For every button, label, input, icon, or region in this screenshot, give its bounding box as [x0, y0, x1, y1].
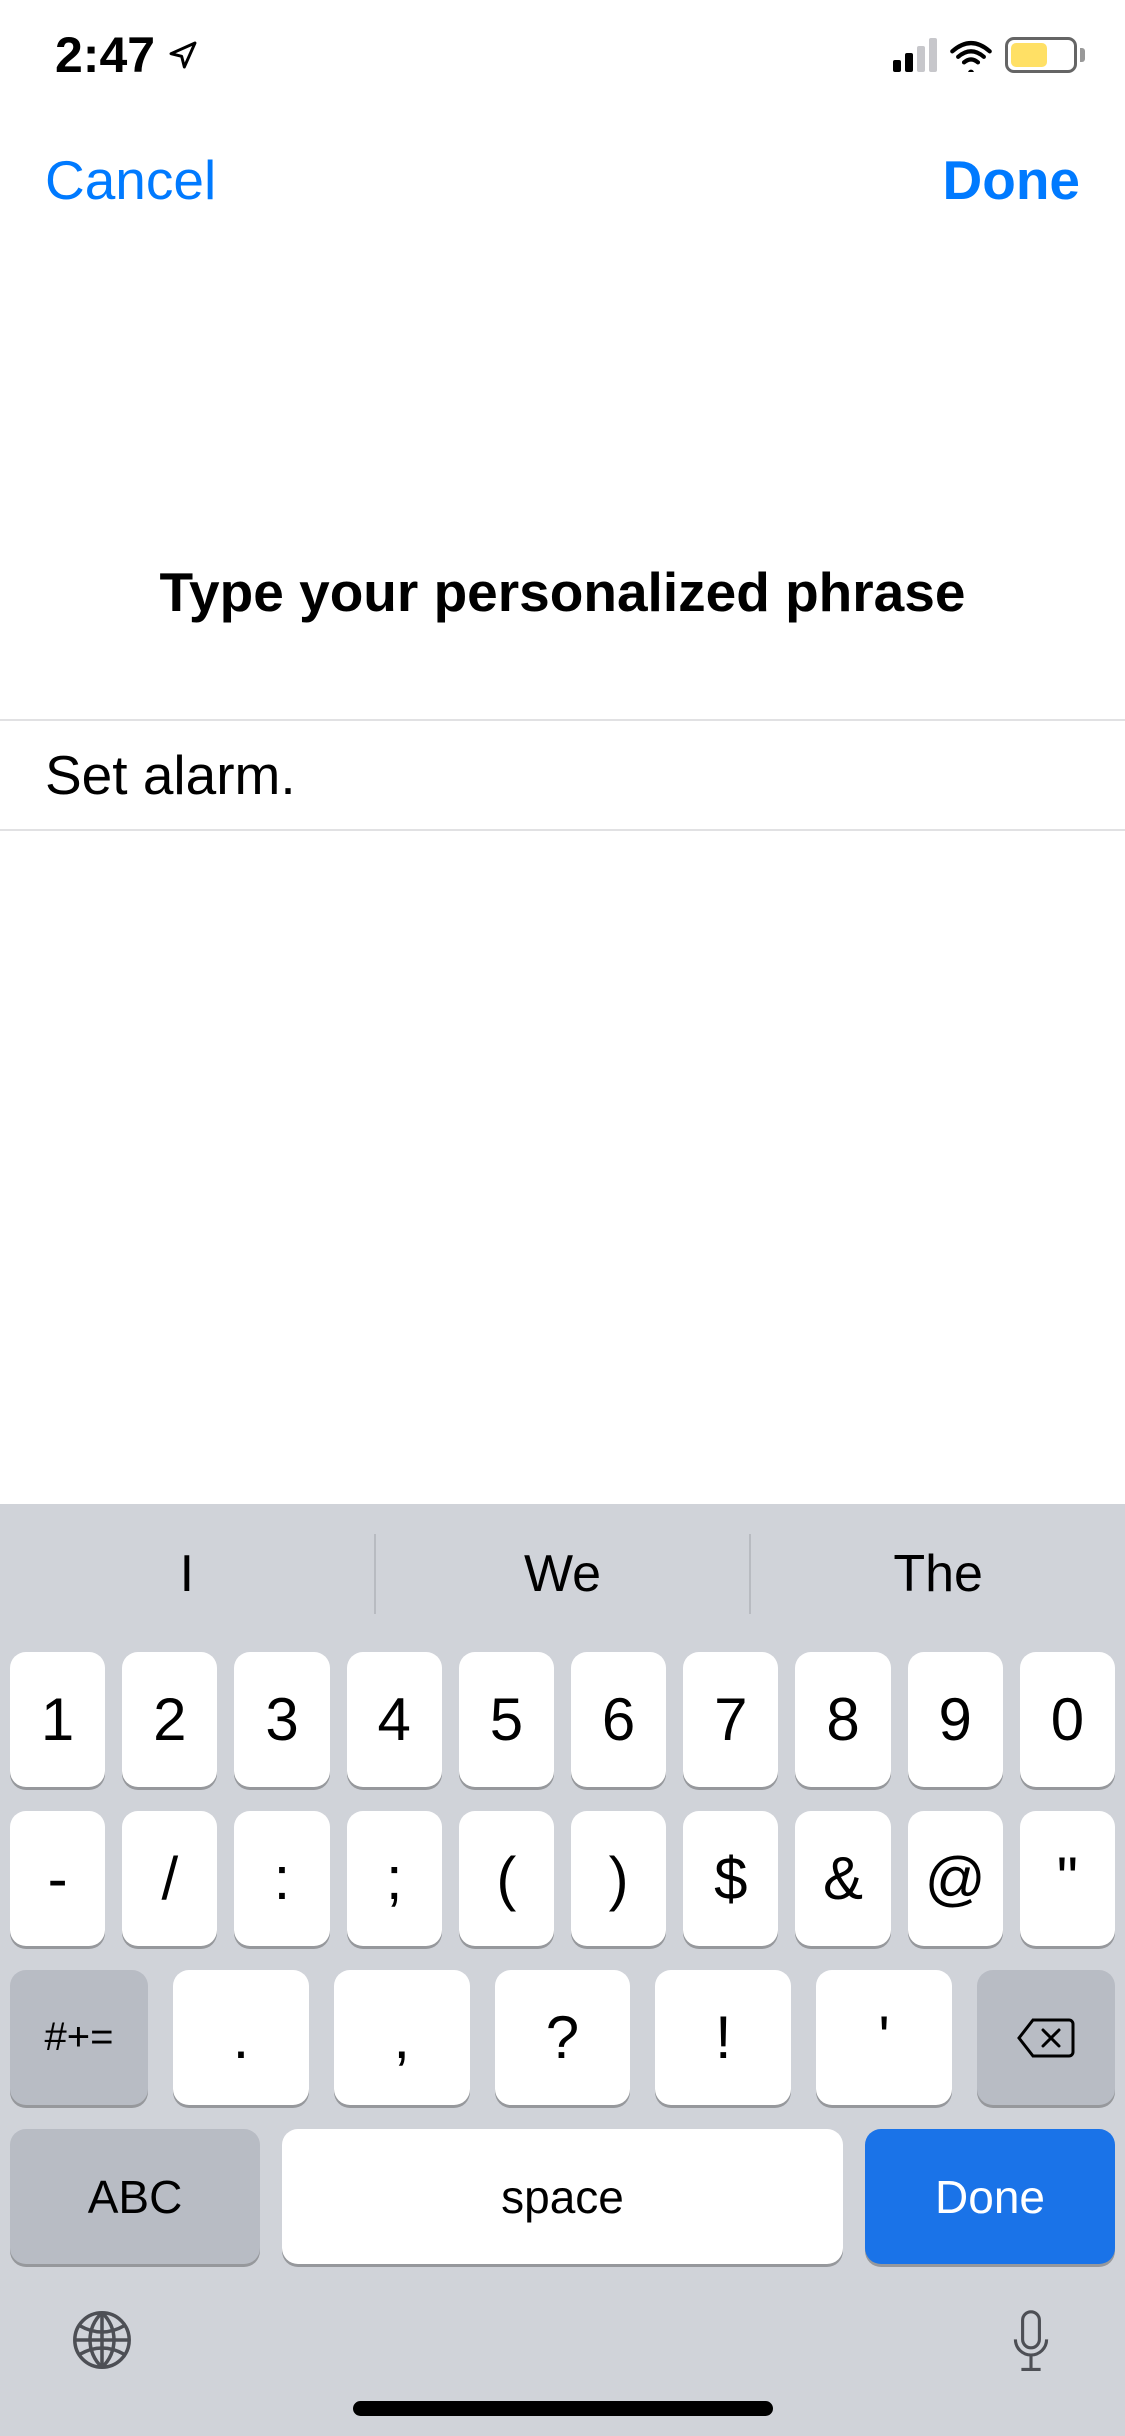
status-right	[893, 37, 1085, 73]
key-9[interactable]: 9	[908, 1652, 1003, 1787]
key-colon[interactable]: :	[234, 1811, 329, 1946]
key-3[interactable]: 3	[234, 1652, 329, 1787]
cellular-signal-icon	[893, 38, 937, 72]
key-5[interactable]: 5	[459, 1652, 554, 1787]
wifi-icon	[949, 38, 993, 72]
suggestion-3[interactable]: The	[751, 1544, 1125, 1604]
backspace-icon	[1015, 2016, 1077, 2060]
key-dollar[interactable]: $	[683, 1811, 778, 1946]
key-question[interactable]: ?	[495, 1970, 631, 2105]
key-exclaim[interactable]: !	[655, 1970, 791, 2105]
key-4[interactable]: 4	[347, 1652, 442, 1787]
key-lparen[interactable]: (	[459, 1811, 554, 1946]
phrase-input-row[interactable]	[0, 719, 1125, 831]
key-abc[interactable]: ABC	[10, 2129, 260, 2264]
suggestion-1[interactable]: I	[0, 1544, 374, 1604]
key-slash[interactable]: /	[122, 1811, 217, 1946]
key-row-2: - / : ; ( ) $ & @ "	[10, 1811, 1115, 1946]
done-button[interactable]: Done	[943, 148, 1081, 212]
globe-icon[interactable]	[70, 2308, 134, 2372]
suggestion-2[interactable]: We	[376, 1544, 750, 1604]
status-left: 2:47	[55, 26, 199, 84]
key-row-4: ABC space Done	[10, 2129, 1115, 2264]
key-apostrophe[interactable]: '	[816, 1970, 952, 2105]
status-time: 2:47	[55, 26, 155, 84]
key-period[interactable]: .	[173, 1970, 309, 2105]
nav-bar: Cancel Done	[0, 110, 1125, 250]
key-0[interactable]: 0	[1020, 1652, 1115, 1787]
key-8[interactable]: 8	[795, 1652, 890, 1787]
suggestion-bar: I We The	[0, 1504, 1125, 1644]
cancel-button[interactable]: Cancel	[45, 148, 216, 212]
key-dash[interactable]: -	[10, 1811, 105, 1946]
prompt-label: Type your personalized phrase	[0, 560, 1125, 624]
phrase-input[interactable]	[45, 743, 1080, 807]
key-quote[interactable]: "	[1020, 1811, 1115, 1946]
key-return[interactable]: Done	[865, 2129, 1115, 2264]
key-amp[interactable]: &	[795, 1811, 890, 1946]
key-6[interactable]: 6	[571, 1652, 666, 1787]
keyboard: I We The 1 2 3 4 5 6 7 8 9 0 - / : ; ( )…	[0, 1504, 1125, 2436]
key-space[interactable]: space	[282, 2129, 843, 2264]
key-backspace[interactable]	[977, 1970, 1115, 2105]
key-rparen[interactable]: )	[571, 1811, 666, 1946]
key-row-3: #+= . , ? ! '	[10, 1970, 1115, 2105]
key-semicolon[interactable]: ;	[347, 1811, 442, 1946]
battery-icon	[1005, 37, 1085, 73]
microphone-icon[interactable]	[1007, 2308, 1055, 2378]
key-at[interactable]: @	[908, 1811, 1003, 1946]
key-symbols[interactable]: #+=	[10, 1970, 148, 2105]
key-1[interactable]: 1	[10, 1652, 105, 1787]
key-7[interactable]: 7	[683, 1652, 778, 1787]
home-indicator[interactable]	[353, 2401, 773, 2416]
key-row-1: 1 2 3 4 5 6 7 8 9 0	[10, 1652, 1115, 1787]
key-2[interactable]: 2	[122, 1652, 217, 1787]
location-arrow-icon	[167, 39, 199, 71]
status-bar: 2:47	[0, 0, 1125, 110]
key-comma[interactable]: ,	[334, 1970, 470, 2105]
